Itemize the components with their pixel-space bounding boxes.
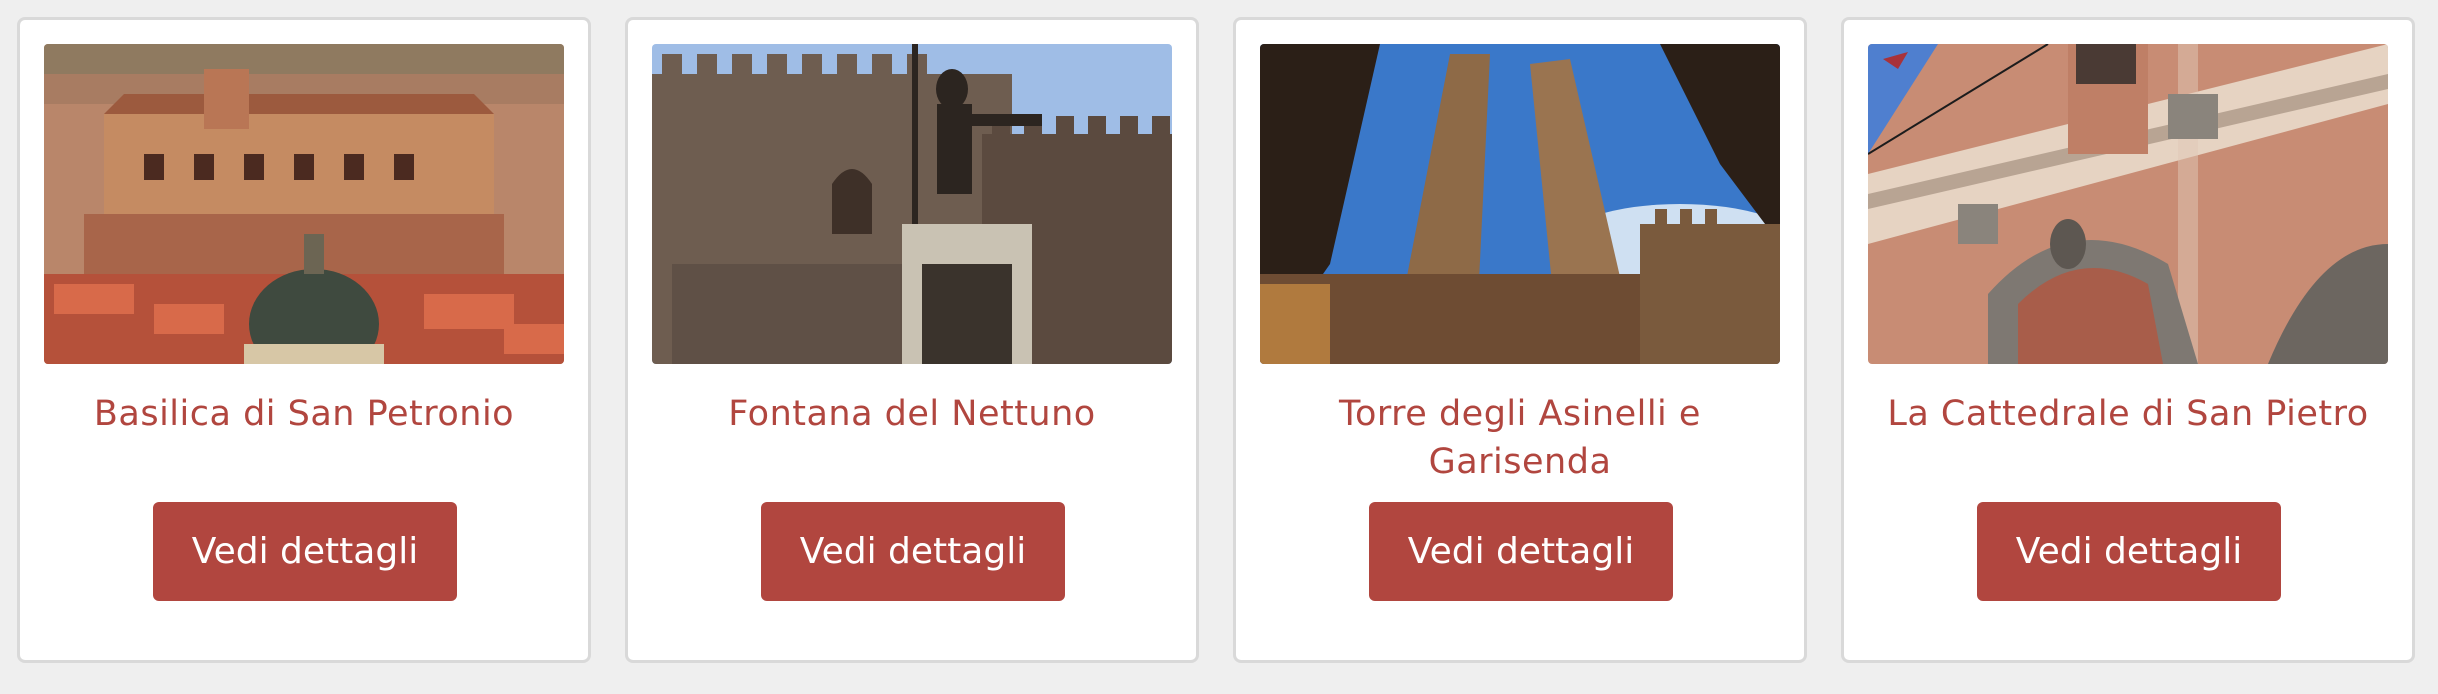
attraction-title: Torre degli Asinelli e Garisenda <box>1339 394 1701 482</box>
fountain-photo <box>652 44 1172 364</box>
attraction-card: Torre degli Asinelli e Garisenda Vedi de… <box>1233 17 1807 663</box>
view-details-button[interactable]: Vedi dettagli <box>153 502 457 601</box>
towers-photo <box>1260 44 1780 364</box>
attraction-card: La Cattedrale di San Pietro Vedi dettagl… <box>1841 17 2415 663</box>
attraction-card: Basilica di San Petronio Vedi dettagli <box>17 17 591 663</box>
attraction-card: Fontana del Nettuno Vedi dettagli <box>625 17 1199 663</box>
basilica-photo <box>44 44 564 364</box>
attraction-title: Basilica di San Petronio <box>93 394 515 434</box>
attractions-grid: Basilica di San Petronio Vedi dettagli F… <box>17 17 2420 665</box>
view-details-button[interactable]: Vedi dettagli <box>1977 502 2281 601</box>
cathedral-photo <box>1868 44 2388 364</box>
view-details-button[interactable]: Vedi dettagli <box>1369 502 1673 601</box>
view-details-button[interactable]: Vedi dettagli <box>761 502 1065 601</box>
attraction-title: Fontana del Nettuno <box>728 394 1096 434</box>
attraction-title: La Cattedrale di San Pietro <box>1887 394 2369 434</box>
